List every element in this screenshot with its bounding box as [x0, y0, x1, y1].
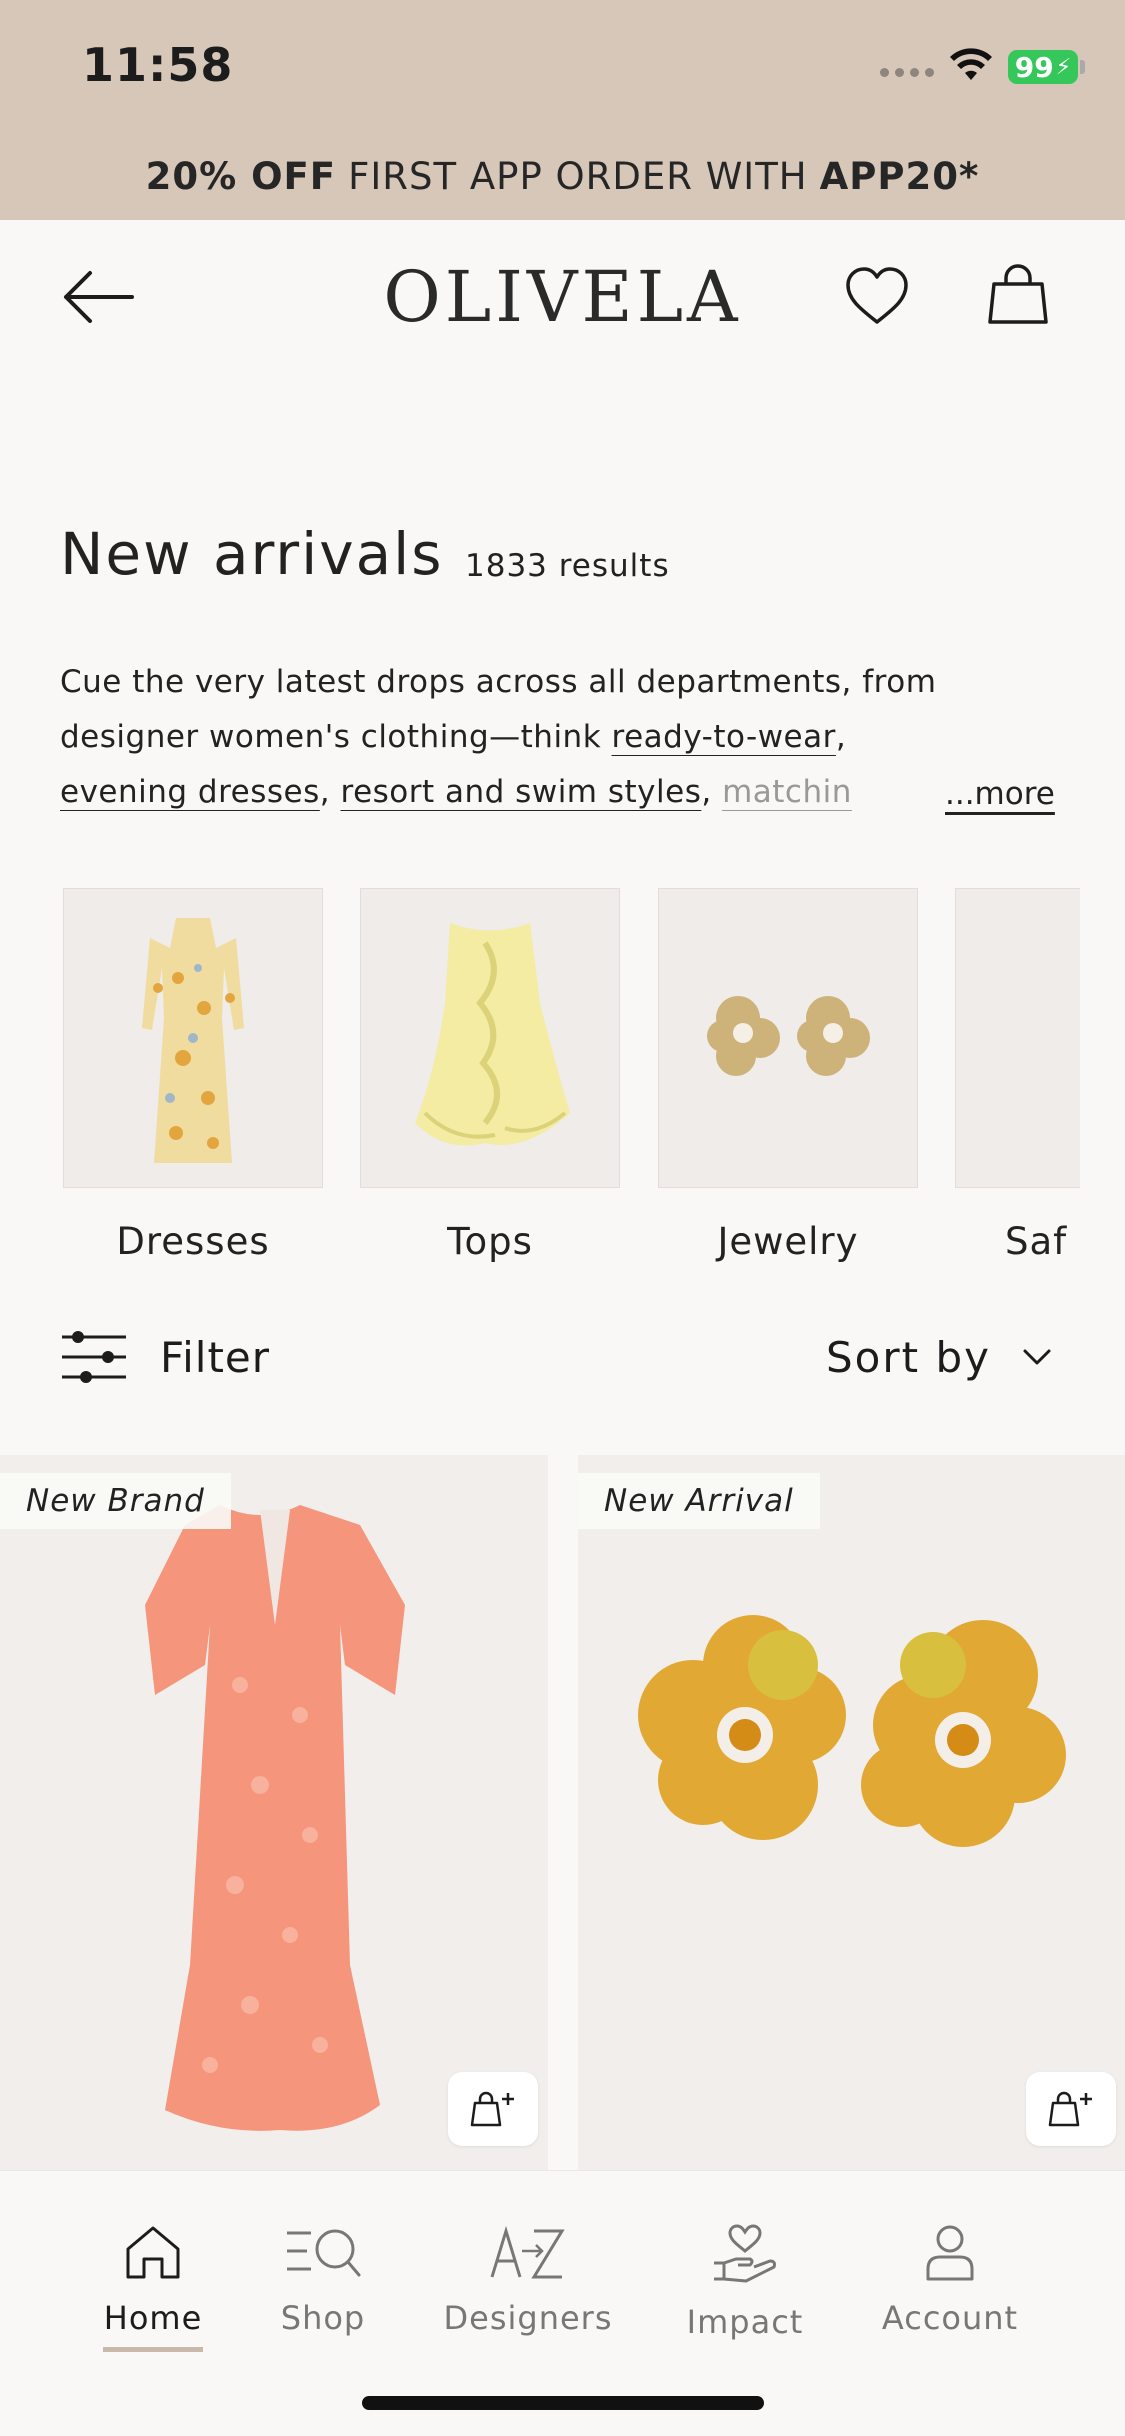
tab-shop[interactable]: Shop — [223, 2223, 423, 2337]
home-icon — [126, 2226, 180, 2279]
sort-label: Sort by — [826, 1332, 991, 1382]
category-tops[interactable]: Tops — [360, 888, 620, 1263]
category-image — [955, 888, 1080, 1188]
signal-icon — [880, 68, 936, 82]
tab-account[interactable]: Account — [850, 2223, 1050, 2337]
tab-label: Account — [881, 2299, 1019, 2337]
bag-plus-icon — [470, 2091, 514, 2127]
link-ready-to-wear[interactable]: ready-to-wear — [612, 719, 836, 755]
hand-heart-icon — [714, 2224, 776, 2283]
shop-search-icon — [287, 2229, 361, 2277]
tab-designers[interactable]: Designers — [428, 2223, 628, 2337]
add-to-bag-button[interactable] — [1026, 2072, 1116, 2146]
status-time: 11:58 — [82, 38, 234, 92]
promo-text: FIRST APP ORDER WITH — [348, 154, 808, 198]
description-line-1: Cue the very latest drops across all dep… — [60, 664, 937, 700]
category-image — [360, 888, 620, 1188]
category-label: Tops — [447, 1220, 533, 1263]
active-tab-indicator — [103, 2347, 203, 2352]
category-carousel[interactable]: Dresses Tops Jewelry Saf — [63, 888, 1080, 1278]
category-jewelry[interactable]: Jewelry — [658, 888, 918, 1263]
link-evening-dresses[interactable]: evening dresses — [60, 774, 320, 810]
wifi-icon — [950, 48, 992, 80]
tab-label: Impact — [686, 2303, 804, 2341]
product-badge: New Arrival — [578, 1473, 820, 1529]
more-link[interactable]: ...more — [945, 776, 1055, 812]
category-image — [658, 888, 918, 1188]
product-image — [638, 1615, 1066, 1847]
battery-indicator: 99 ⚡ — [1008, 50, 1078, 84]
bag-plus-icon — [1048, 2091, 1092, 2127]
category-label: Jewelry — [717, 1220, 859, 1263]
description-sep: , — [701, 774, 723, 810]
battery-tip — [1080, 60, 1085, 74]
link-resort-swim[interactable]: resort and swim styles — [341, 774, 702, 810]
brand-logo[interactable]: OLIVELA — [380, 256, 745, 338]
description-comma: , — [835, 719, 847, 755]
add-to-bag-button[interactable] — [448, 2072, 538, 2146]
category-description: Cue the very latest drops across all dep… — [60, 655, 1070, 820]
page-title: New arrivals — [60, 520, 444, 588]
category-safari[interactable]: Saf — [955, 888, 1080, 1263]
a-to-z-icon — [490, 2225, 565, 2279]
results-count: 1833 results — [465, 548, 670, 584]
filter-label: Filter — [160, 1332, 271, 1382]
description-line-2: designer women's clothing—think — [60, 719, 612, 755]
user-icon — [926, 2225, 974, 2281]
product-card[interactable]: New Brand — [0, 1455, 548, 2170]
description-sep: , — [319, 774, 341, 810]
filter-sliders-icon — [62, 1331, 126, 1383]
category-label: Saf — [1005, 1220, 1068, 1263]
chevron-down-icon — [1023, 1349, 1051, 1365]
product-badge: New Brand — [0, 1473, 231, 1529]
category-image — [63, 888, 323, 1188]
battery-level: 99 — [1014, 50, 1054, 84]
wishlist-heart-icon[interactable] — [842, 262, 912, 332]
category-dresses[interactable]: Dresses — [63, 888, 323, 1263]
promo-banner[interactable]: 20% OFF FIRST APP ORDER WITH APP20* — [0, 132, 1125, 220]
charging-icon: ⚡ — [1055, 54, 1072, 80]
product-image — [145, 1505, 405, 2131]
sort-by-dropdown[interactable]: Sort by — [826, 1322, 1057, 1392]
promo-discount: 20% OFF — [145, 154, 337, 198]
tab-label: Designers — [443, 2299, 613, 2337]
link-matching[interactable]: matchin — [722, 774, 852, 810]
category-label: Dresses — [116, 1220, 270, 1263]
back-arrow-icon[interactable] — [58, 262, 138, 332]
status-bar: 11:58 99 ⚡ — [0, 0, 1125, 132]
promo-code: APP20* — [819, 154, 980, 198]
tab-label: Shop — [280, 2299, 366, 2337]
app-header: OLIVELA — [0, 220, 1125, 370]
home-indicator[interactable] — [362, 2396, 764, 2410]
tab-impact[interactable]: Impact — [645, 2223, 845, 2341]
product-card[interactable]: New Arrival — [578, 1455, 1125, 2170]
filter-button[interactable]: Filter — [60, 1322, 270, 1392]
shopping-bag-icon[interactable] — [982, 260, 1054, 332]
